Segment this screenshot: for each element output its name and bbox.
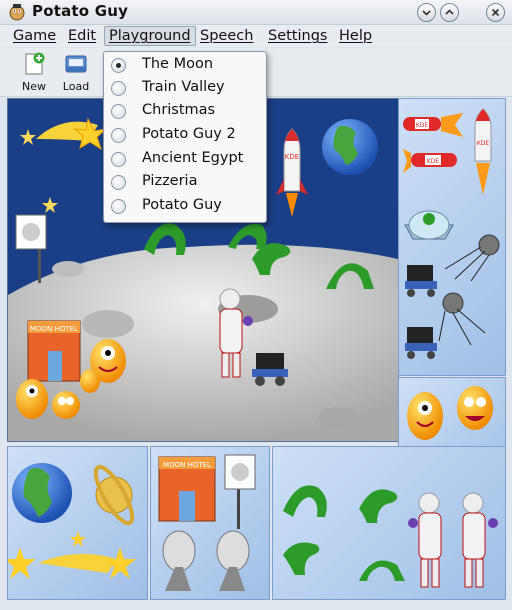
close-button[interactable] xyxy=(486,3,505,22)
ufo-icon xyxy=(404,210,454,240)
objects-panel-spacecraft[interactable]: KDE KDE KDE xyxy=(398,98,506,376)
rocket-icon: KDE xyxy=(403,149,457,173)
alien-tentacle-icon xyxy=(283,485,327,517)
alien-tentacle-icon xyxy=(283,542,320,575)
playground-option-christmas[interactable]: Christmas xyxy=(104,100,266,123)
load-button-label: Load xyxy=(62,80,90,93)
load-button[interactable]: Load xyxy=(56,52,96,93)
potato-alien-icon xyxy=(16,379,48,419)
option-label: Christmas xyxy=(142,102,216,118)
maximize-button[interactable] xyxy=(440,3,459,22)
option-label: Ancient Egypt xyxy=(142,150,244,166)
comet-icon xyxy=(38,553,116,573)
option-label: Potato Guy 2 xyxy=(142,126,236,142)
alien-tentacle-icon xyxy=(359,489,398,523)
playground-option-potato-guy-2[interactable]: Potato Guy 2 xyxy=(104,124,266,147)
title-bar: Potato Guy xyxy=(0,0,512,25)
option-label: The Moon xyxy=(142,56,214,72)
chevron-up-icon xyxy=(445,9,454,15)
menu-game[interactable]: Game xyxy=(9,27,60,45)
radio-unchecked-icon xyxy=(111,128,126,143)
option-label: Potato Guy xyxy=(142,197,222,213)
svg-text:KDE: KDE xyxy=(285,153,299,161)
radio-unchecked-icon xyxy=(111,81,126,96)
option-label: Train Valley xyxy=(142,79,225,95)
star-icon xyxy=(8,547,36,579)
moon-rover-icon xyxy=(405,265,437,297)
planet-objects xyxy=(8,463,136,579)
moon-rover-icon xyxy=(405,327,437,359)
potato-guy-app-icon xyxy=(9,4,25,21)
menu-bar: Game Edit Playground Speech Settings Hel… xyxy=(0,25,512,47)
star-icon xyxy=(70,531,86,547)
new-button-label: New xyxy=(22,80,46,93)
objects-panel-planets[interactable] xyxy=(7,446,148,600)
playground-option-ancient-egypt[interactable]: Ancient Egypt xyxy=(104,148,266,171)
satellite-dish-icon xyxy=(162,530,196,591)
flag-sign-icon xyxy=(224,454,256,529)
folder-open-icon xyxy=(65,55,87,73)
playground-option-the-moon[interactable]: The Moon xyxy=(104,54,266,77)
moon-crater xyxy=(318,407,358,427)
radio-checked-icon xyxy=(111,58,126,73)
character-objects xyxy=(283,485,498,588)
svg-text:KDE: KDE xyxy=(427,158,440,165)
potato-alien-icon xyxy=(407,392,443,440)
svg-text:KDE: KDE xyxy=(477,140,490,147)
moon-hotel-icon: MOON HOTEL xyxy=(158,456,216,522)
satellite-icon xyxy=(438,292,486,346)
potato-alien-icon xyxy=(80,369,100,393)
potato-alien-icon xyxy=(52,391,80,419)
astronaut-icon xyxy=(408,492,442,588)
new-document-icon xyxy=(25,52,45,75)
radio-unchecked-icon xyxy=(111,104,126,119)
chevron-down-icon xyxy=(422,10,431,16)
potato-alien-icon xyxy=(457,386,493,430)
rocket-icon: KDE xyxy=(474,108,492,195)
svg-text:MOON HOTEL: MOON HOTEL xyxy=(30,325,78,333)
moon-hotel-icon: MOON HOTEL xyxy=(27,320,81,382)
close-icon xyxy=(491,8,500,17)
minimize-button[interactable] xyxy=(417,3,436,22)
playground-menu: The Moon Train Valley Christmas Potato G… xyxy=(103,51,267,223)
objects-panel-characters[interactable] xyxy=(272,446,506,600)
moon-crater xyxy=(52,261,84,277)
new-button[interactable]: New xyxy=(14,52,54,93)
playground-option-potato-guy[interactable]: Potato Guy xyxy=(104,195,266,218)
alien-tentacle-icon xyxy=(359,560,405,581)
playground-option-train-valley[interactable]: Train Valley xyxy=(104,77,266,100)
objects-panel-buildings[interactable]: MOON HOTEL xyxy=(150,446,270,600)
radio-unchecked-icon xyxy=(111,175,126,190)
astronaut-icon xyxy=(462,492,498,588)
spacecraft-objects: KDE KDE KDE xyxy=(403,108,500,359)
radio-unchecked-icon xyxy=(111,152,126,167)
satellite-dish-icon xyxy=(216,530,250,591)
menu-settings[interactable]: Settings xyxy=(264,27,331,45)
building-objects: MOON HOTEL xyxy=(158,454,256,591)
svg-text:MOON HOTEL: MOON HOTEL xyxy=(163,461,211,469)
window-title: Potato Guy xyxy=(32,2,129,20)
playground-option-pizzeria[interactable]: Pizzeria xyxy=(104,171,266,194)
menu-playground[interactable]: Playground xyxy=(104,26,196,46)
option-label: Pizzeria xyxy=(142,173,198,189)
rocket-icon: KDE xyxy=(403,113,463,137)
saturn-icon xyxy=(93,464,135,526)
menu-speech[interactable]: Speech xyxy=(196,27,257,45)
svg-text:KDE: KDE xyxy=(416,122,429,129)
menu-help[interactable]: Help xyxy=(335,27,376,45)
moon-crater xyxy=(82,310,134,338)
menu-edit[interactable]: Edit xyxy=(64,27,100,45)
satellite-icon xyxy=(444,234,500,282)
radio-unchecked-icon xyxy=(111,199,126,214)
